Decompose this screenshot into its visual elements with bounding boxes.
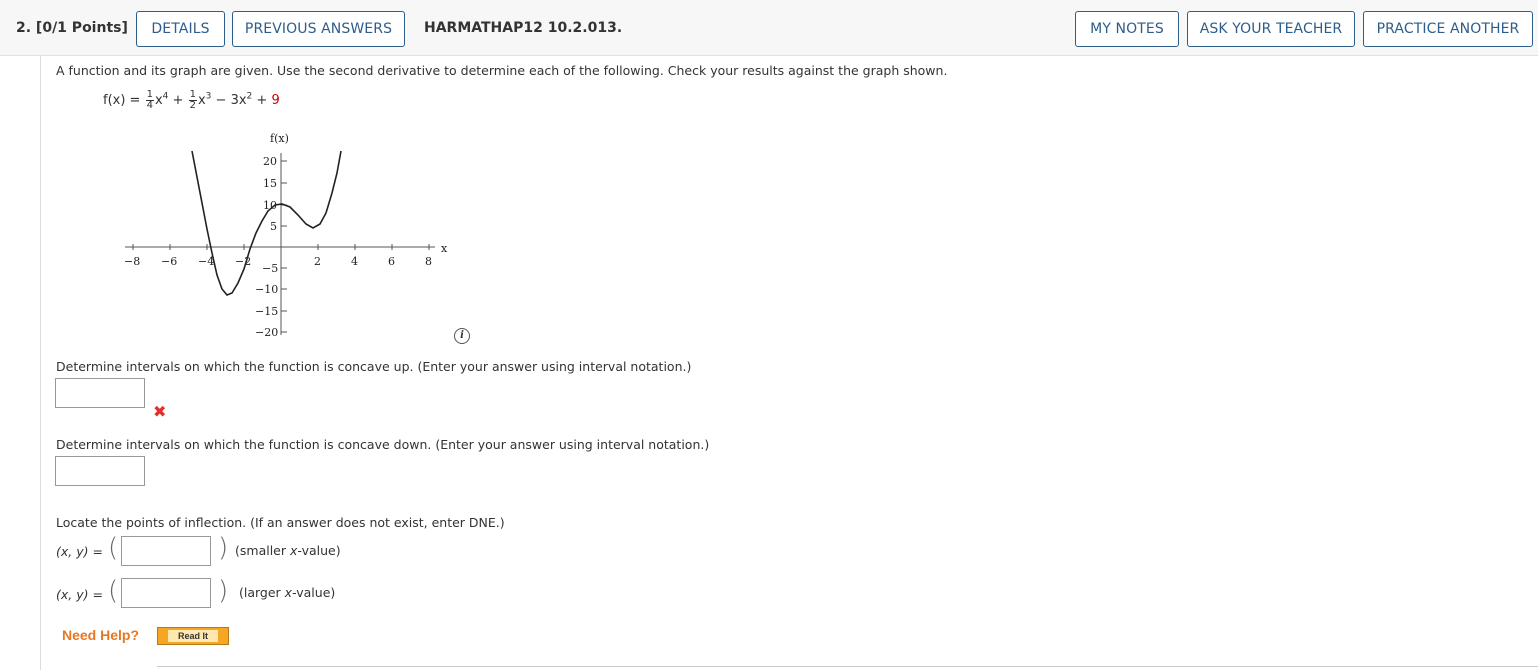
- open-paren: (: [108, 533, 119, 563]
- previous-answers-button[interactable]: PREVIOUS ANSWERS: [232, 11, 405, 47]
- y-axis-label: f(x): [270, 132, 289, 145]
- term-x4: x4: [154, 91, 169, 108]
- x-tick-label: −4: [198, 255, 214, 268]
- x-tick-label: −6: [161, 255, 177, 268]
- function-lhs: f(x) =: [103, 93, 141, 108]
- y-tick-label: −5: [262, 262, 278, 275]
- larger-x-value-label: (larger x-value): [239, 585, 336, 600]
- inflection-larger-input[interactable]: [121, 578, 211, 608]
- x-tick-label: 2: [314, 255, 321, 268]
- content-divider: [40, 56, 41, 670]
- problem-intro: A function and its graph are given. Use …: [56, 63, 948, 78]
- read-it-label: Read It: [167, 630, 218, 642]
- smaller-x-value-label: (smaller x-value): [235, 543, 341, 558]
- y-tick-label: 10: [263, 199, 277, 212]
- term-x3: x3: [197, 91, 212, 108]
- function-definition: f(x) = 1 4 x4 + 1 2 x3 − 3x2 + 9: [103, 90, 280, 111]
- plus-sign: +: [172, 93, 184, 108]
- ask-teacher-button[interactable]: ASK YOUR TEACHER: [1187, 11, 1355, 47]
- practice-another-button[interactable]: PRACTICE ANOTHER: [1363, 11, 1533, 47]
- term-3x2: − 3x2: [215, 91, 253, 108]
- concave-up-question: Determine intervals on which the functio…: [56, 359, 692, 374]
- inflection-smaller-input[interactable]: [121, 536, 211, 566]
- need-help-label: Need Help?: [62, 627, 140, 643]
- inflection-question: Locate the points of inflection. (If an …: [56, 515, 505, 530]
- bottom-divider: [157, 666, 1538, 667]
- concave-up-input[interactable]: [55, 378, 145, 408]
- read-it-button[interactable]: Read It: [157, 627, 229, 645]
- close-paren: ): [218, 576, 229, 606]
- fraction-one-half: 12: [188, 89, 197, 111]
- problem-code: HARMATHAP12 10.2.013.: [424, 20, 623, 36]
- concave-down-input[interactable]: [55, 456, 145, 486]
- x-tick-label: −2: [235, 255, 251, 268]
- open-paren: (: [108, 576, 119, 606]
- plus-sign-2: +: [256, 93, 268, 108]
- details-button[interactable]: DETAILS: [136, 11, 225, 47]
- incorrect-x-icon: ✖: [153, 402, 167, 421]
- question-number: 2. [0/1 Points]: [16, 20, 128, 36]
- xy-label-larger: (x, y) =: [56, 587, 103, 602]
- x-tick-label: 6: [388, 255, 395, 268]
- x-tick-label: −8: [124, 255, 140, 268]
- y-tick-label: 5: [270, 220, 277, 233]
- x-tick-label: 4: [351, 255, 358, 268]
- concave-down-question: Determine intervals on which the functio…: [56, 437, 710, 452]
- function-graph: f(x) x −8 −6 −4 −2 2 4 6 8 20 15 10 5 −5…: [124, 132, 448, 339]
- info-icon[interactable]: i: [454, 328, 470, 344]
- function-constant: 9: [271, 93, 280, 108]
- xy-label-smaller: (x, y) =: [56, 544, 103, 559]
- close-paren: ): [218, 533, 229, 563]
- x-axis-label: x: [441, 242, 448, 255]
- y-tick-label: 20: [263, 155, 277, 168]
- y-tick-label: −20: [255, 326, 278, 339]
- x-tick-label: 8: [425, 255, 432, 268]
- y-tick-label: −10: [255, 283, 278, 296]
- question-header: 2. [0/1 Points] DETAILS PREVIOUS ANSWERS…: [0, 0, 1538, 56]
- my-notes-button[interactable]: MY NOTES: [1075, 11, 1179, 47]
- y-tick-label: −15: [255, 305, 278, 318]
- fraction-one-quarter: 14: [145, 89, 154, 111]
- y-tick-label: 15: [263, 177, 277, 190]
